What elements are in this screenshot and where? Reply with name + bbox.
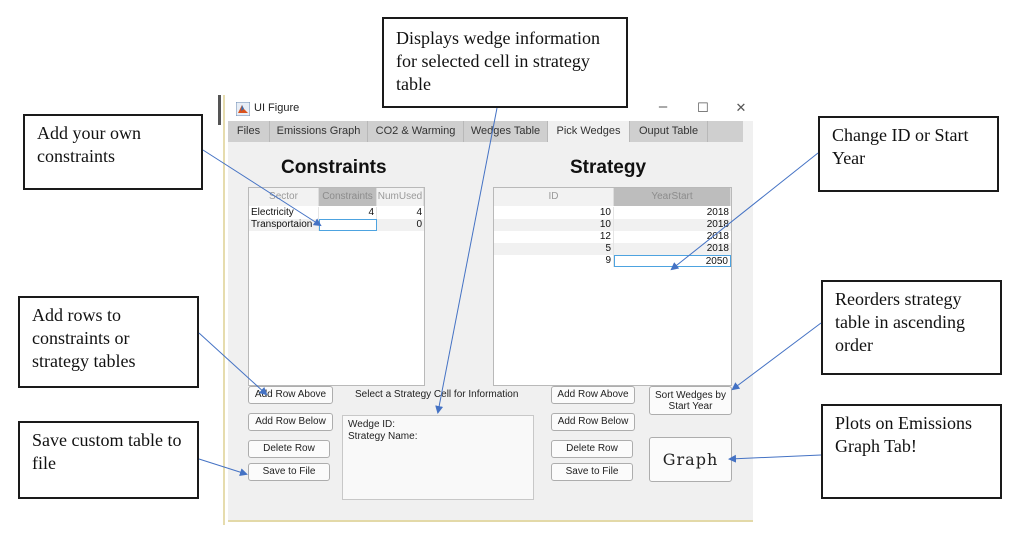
strategy-delete-row-button[interactable]: Delete Row [551,440,633,458]
table-row[interactable]: Electricity 4 4 [249,207,424,219]
constraints-heading: Constraints [281,157,387,178]
table-row[interactable]: 9 2050 [494,255,731,267]
sort-wedges-button[interactable]: Sort Wedges by Start Year [649,386,732,415]
callout-save-custom: Save custom table to file [18,421,199,499]
strategy-heading: Strategy [570,157,647,178]
callout-plots-on: Plots on Emissions Graph Tab! [821,404,1002,499]
constraints-delete-row-button[interactable]: Delete Row [248,440,330,458]
cell-id[interactable]: 10 [494,207,614,219]
graph-button[interactable]: Graph [649,437,732,482]
cell-yearstart[interactable]: 2018 [614,219,731,231]
table-row[interactable]: 12 2018 [494,231,731,243]
ui-figure-window: UI Figure – ☐ ✕ Files Emissions Graph CO… [228,97,753,522]
maximize-icon[interactable]: ☐ [688,100,718,116]
minimize-icon[interactable]: – [648,98,678,115]
constraints-add-row-above-button[interactable]: Add Row Above [248,386,333,404]
column-header-constraints[interactable]: Constraints [319,188,377,206]
constraints-table[interactable]: Sector Constraints NumUsed Electricity 4… [248,187,425,386]
table-row[interactable]: Transportaion 0 [249,219,424,231]
close-icon[interactable]: ✕ [726,100,756,116]
cell-constraints-editing[interactable] [319,219,377,231]
strategy-add-row-below-button[interactable]: Add Row Below [551,413,635,431]
window-title: UI Figure [254,102,300,114]
constraints-add-row-below-button[interactable]: Add Row Below [248,413,333,431]
cell-sector[interactable]: Transportaion [249,219,319,231]
tab-bar: Files Emissions Graph CO2 & Warming Wedg… [228,121,743,142]
cell-numused[interactable]: 4 [377,207,424,219]
cell-numused[interactable]: 0 [377,219,424,231]
callout-add-rows: Add rows to constraints or strategy tabl… [18,296,199,388]
tab-ouput-table[interactable]: Ouput Table [630,121,708,142]
background-window-border [223,95,225,525]
tab-pick-wedges[interactable]: Pick Wedges [548,121,630,142]
column-header-yearstart[interactable]: YearStart [614,188,731,206]
callout-own-constraints: Add your own constraints [23,114,203,190]
callout-displays-wedge: Displays wedge information for selected … [382,17,628,108]
strategy-add-row-above-button[interactable]: Add Row Above [551,386,635,404]
cell-id[interactable]: 12 [494,231,614,243]
cell-id[interactable]: 10 [494,219,614,231]
cell-constraints[interactable]: 4 [319,207,377,219]
table-row[interactable]: 5 2018 [494,243,731,255]
cell-yearstart[interactable]: 2018 [614,207,731,219]
callout-change-id: Change ID or Start Year [818,116,999,192]
strategy-save-to-file-button[interactable]: Save to File [551,463,633,481]
info-panel-label: Select a Strategy Cell for Information [355,389,519,400]
tab-files[interactable]: Files [228,121,270,142]
table-row[interactable]: 10 2018 [494,207,731,219]
column-header-numused[interactable]: NumUsed [377,188,424,206]
cell-id[interactable]: 5 [494,243,614,255]
callout-reorders: Reorders strategy table in ascending ord… [821,280,1002,375]
cell-sector[interactable]: Electricity [249,207,319,219]
strategy-name-line: Strategy Name: [348,431,418,442]
column-header-sector[interactable]: Sector [249,188,319,206]
tab-co2-warming[interactable]: CO2 & Warming [368,121,464,142]
wedge-id-line: Wedge ID: [348,419,396,430]
constraints-save-to-file-button[interactable]: Save to File [248,463,330,481]
background-window-edge [218,95,221,125]
strategy-table[interactable]: ID YearStart 10 2018 10 2018 12 2018 5 2… [493,187,732,386]
wedge-info-panel: Wedge ID: Strategy Name: [342,415,534,500]
cell-yearstart-selected[interactable]: 2050 [614,255,731,267]
table-row[interactable]: 10 2018 [494,219,731,231]
cell-yearstart[interactable]: 2018 [614,231,731,243]
column-header-id[interactable]: ID [494,188,614,206]
tab-emissions-graph[interactable]: Emissions Graph [270,121,368,142]
cell-yearstart[interactable]: 2018 [614,243,731,255]
tab-wedges-table[interactable]: Wedges Table [464,121,548,142]
cell-id[interactable]: 9 [494,255,614,267]
matlab-icon [236,102,250,116]
